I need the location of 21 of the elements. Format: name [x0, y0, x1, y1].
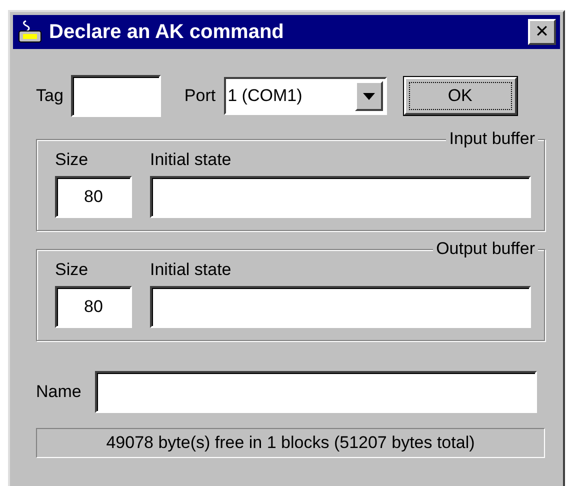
- initial-state-field[interactable]: [150, 286, 531, 328]
- keyboard-icon: [17, 19, 43, 45]
- size-label: Size: [55, 150, 90, 170]
- name-label: Name: [36, 382, 82, 402]
- close-button[interactable]: ✕: [528, 19, 556, 45]
- tag-field[interactable]: [71, 75, 162, 117]
- size-label: Size: [55, 260, 90, 280]
- size-field[interactable]: 80: [55, 176, 132, 218]
- status-bar: 49078 byte(s) free in 1 blocks (51207 bytes total): [36, 428, 545, 458]
- name-field[interactable]: [95, 371, 538, 413]
- port-dropdown[interactable]: 1 (COM1): [224, 77, 387, 115]
- initial-state-label: Initial state: [150, 260, 232, 280]
- size-field[interactable]: 80: [55, 286, 132, 328]
- initial-state-field[interactable]: [150, 176, 531, 218]
- ok-button[interactable]: OK: [404, 77, 517, 115]
- window-title: Declare an AK command: [49, 20, 285, 44]
- port-label: Port: [184, 86, 216, 106]
- initial-state-label: Initial state: [150, 150, 232, 170]
- group-title: Input buffer: [446, 129, 538, 149]
- tag-label: Tag: [36, 86, 64, 106]
- group-title: Output buffer: [433, 239, 538, 259]
